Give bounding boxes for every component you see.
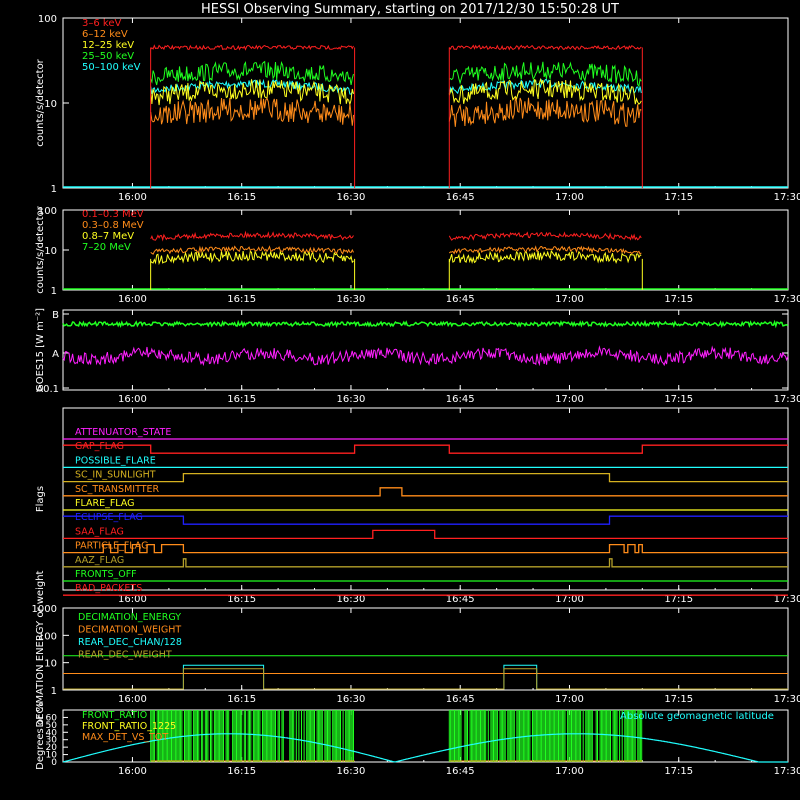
x-tick-label: 16:30 (337, 766, 366, 777)
x-tick-label: 16:30 (337, 192, 366, 203)
x-tick-label: 16:15 (227, 394, 256, 405)
x-tick-label: 17:00 (555, 766, 584, 777)
x-tick-label: 17:30 (774, 694, 800, 705)
legend-entry: REAR_DEC_CHAN/128 (78, 637, 182, 648)
legend-entry: Absolute geomagnetic latitude (620, 711, 774, 722)
x-tick-label: 16:00 (118, 294, 147, 305)
x-tick-label: 17:00 (555, 192, 584, 203)
x-tick-label: 16:30 (337, 694, 366, 705)
y-axis-label: Degrees or % (35, 702, 46, 770)
chart-title: HESSI Observing Summary, starting on 201… (201, 2, 619, 17)
legend-entry: DECIMATION_WEIGHT (78, 625, 181, 636)
flag-label: ECLIPSE_FLAG (75, 512, 143, 523)
x-tick-label: 17:15 (664, 294, 693, 305)
x-tick-label: 16:15 (227, 192, 256, 203)
x-tick-label: 17:15 (664, 192, 693, 203)
legend-entry: 25–50 keV (82, 51, 134, 62)
x-tick-label: 17:00 (555, 694, 584, 705)
flag-label: SC_IN_SUNLIGHT (75, 470, 156, 481)
x-tick-label: 17:30 (774, 394, 800, 405)
y-tick-label: A0.1 (36, 384, 59, 395)
y-tick-label: 10 (44, 99, 57, 110)
legend-entry: MAX_DET_VS_TOT (82, 732, 168, 743)
legend-entry: 50–100 keV (82, 62, 141, 73)
legend-entry: 0.1–0.3 MeV (82, 209, 144, 220)
y-tick-label: A (52, 349, 59, 360)
legend-entry: 7–20 MeV (82, 242, 131, 253)
flag-label: ATTENUATOR_STATE (75, 427, 171, 438)
x-tick-label: 16:45 (446, 394, 475, 405)
y-tick-label: 1 (51, 184, 57, 195)
y-tick-label: 1000 (32, 604, 57, 615)
hessi-summary-chart: HESSI Observing Summary, starting on 201… (0, 0, 800, 800)
x-tick-label: 17:00 (555, 394, 584, 405)
flag-label: PARTICLE_FLAG (75, 541, 148, 552)
x-tick-label: 16:45 (446, 192, 475, 203)
flag-label: POSSIBLE_FLARE (75, 455, 156, 466)
flag-label: SC_TRANSMITTER (75, 484, 160, 495)
x-tick-label: 16:45 (446, 694, 475, 705)
flag-label: AAZ_FLAG (75, 555, 124, 566)
front-ratio-series (448, 710, 643, 762)
x-tick-label: 16:00 (118, 192, 147, 203)
y-axis-label: GOES15 [W m⁻²] (35, 308, 46, 392)
legend-entry: 0.3–0.8 MeV (82, 220, 144, 231)
x-tick-label: 16:15 (227, 694, 256, 705)
x-tick-label: 17:00 (555, 294, 584, 305)
x-tick-label: 16:30 (337, 294, 366, 305)
legend-entry: 0.8–7 MeV (82, 231, 134, 242)
y-tick-label: 1 (51, 286, 57, 297)
x-tick-label: 17:30 (774, 192, 800, 203)
x-tick-label: 17:30 (774, 766, 800, 777)
legend-entry: 6–12 keV (82, 29, 128, 40)
x-tick-label: 16:30 (337, 394, 366, 405)
legend-entry: DECIMATION_ENERGY (78, 612, 181, 623)
y-tick-label: 100 (38, 14, 57, 25)
flag-label: FLARE_FLAG (75, 498, 135, 509)
x-tick-label: 16:15 (227, 294, 256, 305)
x-tick-label: 16:00 (118, 394, 147, 405)
legend-entry: 3–6 keV (82, 18, 121, 29)
x-tick-label: 16:45 (446, 766, 475, 777)
legend-entry: FRONT_RATIO (82, 710, 147, 721)
flag-label: SAA_FLAG (75, 526, 124, 537)
y-tick-label: 1 (51, 686, 57, 697)
x-tick-label: 17:15 (664, 694, 693, 705)
y-tick-label: 100 (38, 631, 57, 642)
y-axis-label: Flags (35, 486, 46, 512)
y-tick-label: 60 (46, 713, 58, 723)
x-tick-label: 16:15 (227, 766, 256, 777)
x-tick-label: 17:30 (774, 294, 800, 305)
flag-label: BAD_PACKETS (75, 583, 142, 594)
flag-label: GAP_FLAG (75, 441, 124, 452)
x-tick-label: 16:00 (118, 766, 147, 777)
legend-entry: REAR_DEC_WEIGHT (78, 650, 172, 661)
x-tick-label: 17:15 (664, 766, 693, 777)
x-tick-label: 16:00 (118, 694, 147, 705)
flag-label: FRONTS_OFF (75, 569, 137, 580)
y-tick-label: 10 (44, 246, 57, 257)
x-tick-label: 17:15 (664, 394, 693, 405)
y-tick-label: B (52, 310, 59, 321)
y-tick-label: 100 (38, 206, 57, 217)
legend-entry: FRONT_RATIO_1225 (82, 721, 176, 732)
legend-entry: 12–25 keV (82, 40, 134, 51)
x-tick-label: 16:45 (446, 294, 475, 305)
y-tick-label: 10 (44, 659, 57, 670)
